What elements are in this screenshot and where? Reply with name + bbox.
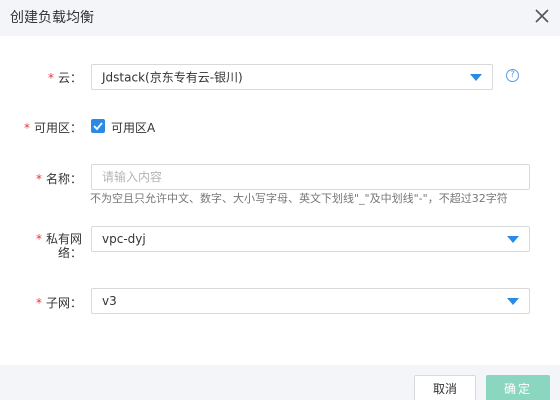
close-icon[interactable] <box>532 6 552 26</box>
required-mark: * <box>35 232 42 246</box>
name-hint: 不为空且只允许中文、数字、大小写字母、英文下划线"_"及中划线"-"，不超过32… <box>90 192 508 205</box>
vpc-select-value: vpc-dyj <box>102 232 146 246</box>
required-mark: * <box>35 296 42 310</box>
required-mark: * <box>23 121 30 135</box>
cloud-select[interactable]: Jdstack(京东专有云-银川) <box>91 64 493 90</box>
name-input[interactable] <box>91 164 530 190</box>
name-label: * 名称： <box>35 172 82 186</box>
zone-label: * 可用区： <box>23 121 82 135</box>
subnet-label: * 子网： <box>35 296 82 310</box>
help-icon[interactable]: ? <box>506 69 519 82</box>
vpc-select[interactable]: vpc-dyj <box>91 226 530 252</box>
vpc-label: * 私有网 络： <box>35 232 82 260</box>
chevron-down-icon <box>507 236 519 243</box>
subnet-select[interactable]: v3 <box>91 288 530 314</box>
dialog-footer <box>0 365 560 400</box>
chevron-down-icon <box>470 74 482 81</box>
cloud-select-value: Jdstack(京东专有云-银川) <box>102 70 243 85</box>
subnet-select-value: v3 <box>102 294 117 308</box>
cancel-button[interactable]: 取消 <box>414 375 476 400</box>
dialog-header: 创建负载均衡 <box>0 0 560 36</box>
confirm-button[interactable]: 确定 <box>486 375 550 400</box>
zone-a-label[interactable]: 可用区A <box>111 119 155 136</box>
required-mark: * <box>35 172 42 186</box>
zone-a-checkbox[interactable] <box>91 119 105 133</box>
cloud-label: * 云： <box>47 71 82 85</box>
chevron-down-icon <box>507 298 519 305</box>
required-mark: * <box>47 71 54 85</box>
dialog-title: 创建负载均衡 <box>10 10 94 26</box>
